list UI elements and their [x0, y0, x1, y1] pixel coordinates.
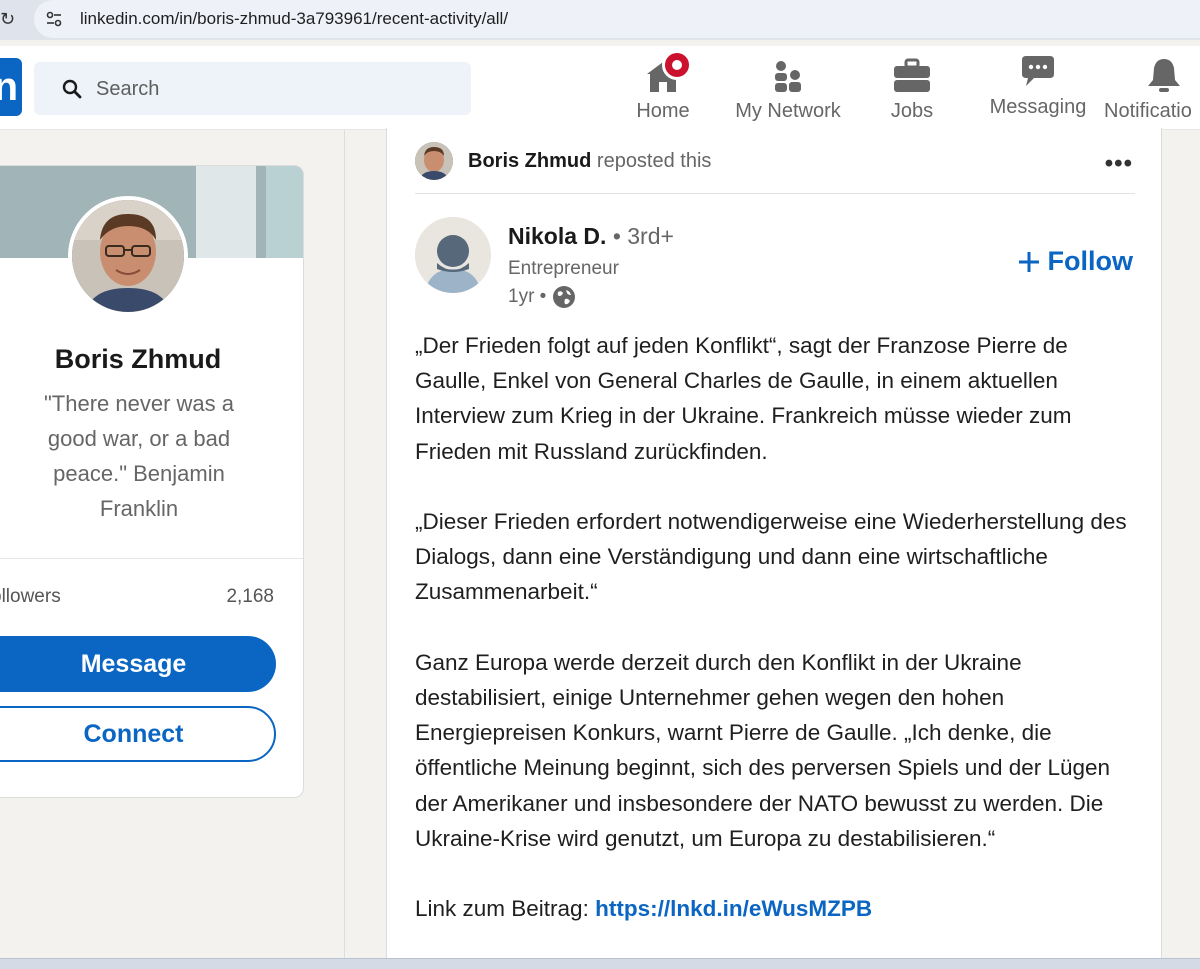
reload-icon[interactable]: ↻: [0, 9, 20, 29]
post-time-text: 1yr •: [508, 286, 547, 307]
plus-icon: [1018, 251, 1039, 272]
nav-my-network-label: My Network: [735, 100, 841, 122]
linkedin-logo[interactable]: in: [0, 58, 22, 116]
post-body: „Der Frieden folgt auf jeden Konflikt“, …: [415, 328, 1135, 926]
globe-icon: [553, 286, 576, 308]
link-prefix: Link zum Beitrag:: [415, 896, 589, 922]
follow-button[interactable]: Follow: [1018, 246, 1133, 277]
site-info-icon[interactable]: [44, 9, 64, 29]
follow-label: Follow: [1047, 246, 1133, 276]
more-options-icon[interactable]: •••: [1105, 150, 1133, 178]
nav-messaging-label: Messaging: [989, 96, 1087, 118]
post-link-line: Link zum Beitrag: https://lnkd.in/eWusMZ…: [415, 891, 1135, 926]
reposter-avatar[interactable]: [415, 142, 453, 180]
repost-line: Boris Zhmud reposted this: [468, 150, 711, 173]
nav-jobs-label: Jobs: [890, 100, 934, 122]
followers-count: 2,168: [226, 586, 274, 607]
nav-jobs[interactable]: Jobs: [884, 54, 940, 130]
bell-icon: [1148, 59, 1180, 92]
post-paragraph: „Der Frieden folgt auf jeden Konflikt“, …: [415, 333, 1072, 464]
author-avatar[interactable]: [415, 217, 491, 293]
author-title: Entrepreneur: [508, 258, 619, 279]
post-card: Boris Zhmud reposted this ••• Nikola D. …: [386, 128, 1162, 969]
search-box[interactable]: [34, 62, 471, 115]
post-link[interactable]: https://lnkd.in/eWusMZPB: [595, 896, 872, 921]
message-button[interactable]: Message: [0, 636, 276, 692]
nav-home[interactable]: Home: [630, 50, 696, 130]
nav-messaging[interactable]: Messaging: [986, 54, 1090, 130]
bottom-taskbar-strip: [0, 958, 1200, 969]
post-time: 1yr •: [508, 285, 576, 309]
connect-button[interactable]: Connect: [0, 706, 276, 762]
nav-home-label: Home: [636, 100, 690, 122]
url-text[interactable]: linkedin.com/in/boris-zhmud-3a793961/rec…: [80, 9, 508, 29]
nav-notifications-label: Notificatio: [1104, 100, 1192, 122]
repost-text: reposted this: [596, 150, 712, 172]
search-input[interactable]: [96, 74, 456, 104]
followers-label: ollowers: [0, 586, 61, 607]
notification-badge: [662, 50, 692, 80]
connection-degree: • 3rd+: [612, 223, 674, 249]
browser-toolbar: ↻ linkedin.com/in/boris-zhmud-3a793961/r…: [0, 0, 1200, 40]
nav-notifications[interactable]: Notificatio: [1104, 54, 1200, 130]
post-paragraph: „Dieser Frieden erfordert notwendigerwei…: [415, 509, 1127, 605]
top-navbar: in Home My Network Jobs: [0, 46, 1200, 130]
author-name-row: Nikola D. • 3rd+: [508, 223, 674, 250]
author-name[interactable]: Nikola D.: [508, 223, 606, 249]
profile-name[interactable]: Boris Zhmud: [0, 344, 265, 375]
messaging-icon: [1022, 56, 1054, 86]
briefcase-icon: [894, 58, 930, 92]
reposter-name[interactable]: Boris Zhmud: [468, 150, 591, 172]
post-paragraph: Ganz Europa werde derzeit durch den Konf…: [415, 649, 1111, 851]
search-icon: [62, 79, 82, 99]
network-icon: [775, 61, 801, 92]
nav-my-network[interactable]: My Network: [730, 54, 846, 130]
profile-headline: "There never was a good war, or a bad pe…: [43, 391, 234, 521]
card-divider: [0, 558, 303, 559]
profile-avatar[interactable]: [68, 196, 188, 316]
address-bar[interactable]: ↻ linkedin.com/in/boris-zhmud-3a793961/r…: [0, 0, 1200, 38]
profile-card: Boris Zhmud "There never was a good war,…: [0, 165, 304, 798]
post-divider: [415, 193, 1135, 194]
